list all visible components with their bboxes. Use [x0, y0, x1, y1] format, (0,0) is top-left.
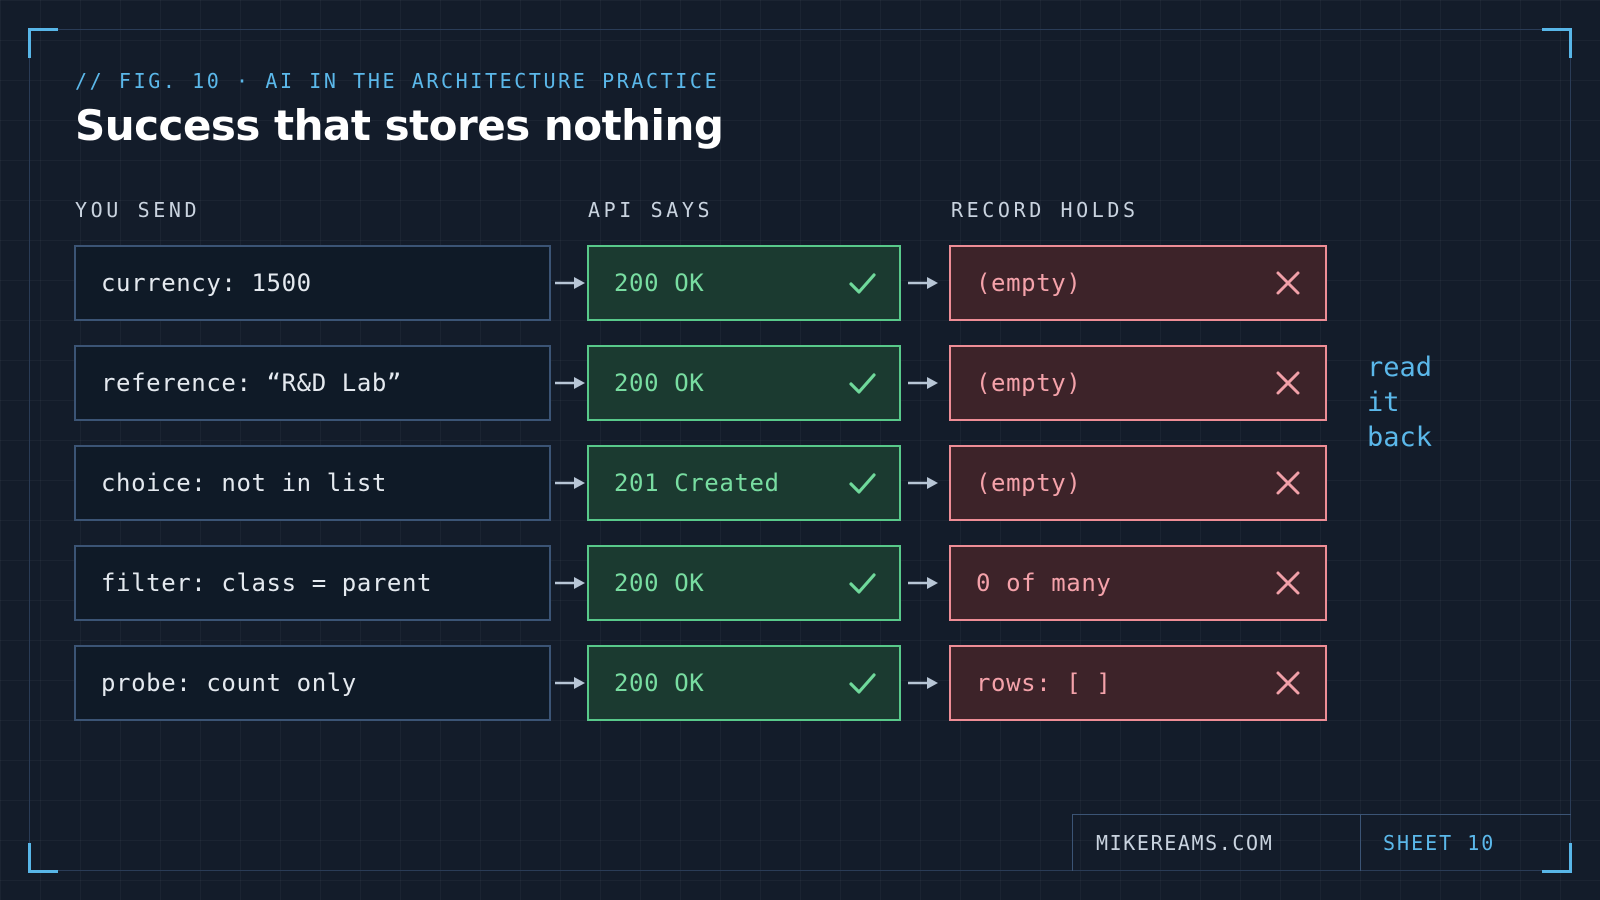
api-status-text: 201 Created — [614, 469, 780, 497]
record-holds-box: (empty) — [949, 345, 1327, 421]
send-value: filter: class = parent — [101, 569, 433, 597]
cross-icon — [1273, 668, 1303, 698]
record-value: 0 of many — [976, 569, 1112, 597]
cross-icon — [1273, 568, 1303, 598]
send-box: probe: count only — [74, 645, 551, 721]
side-note-line: it — [1367, 387, 1400, 418]
api-status-box: 200 OK — [587, 245, 901, 321]
check-icon — [847, 568, 877, 598]
check-icon — [847, 668, 877, 698]
record-value: (empty) — [976, 469, 1082, 497]
api-status-box: 200 OK — [587, 545, 901, 621]
column-header-api: API SAYS — [588, 198, 714, 222]
api-status-box: 200 OK — [587, 345, 901, 421]
record-value: (empty) — [976, 269, 1082, 297]
send-value: currency: 1500 — [101, 269, 312, 297]
send-box: filter: class = parent — [74, 545, 551, 621]
corner-mark-top-right — [1542, 28, 1572, 58]
column-header-record: RECORD HOLDS — [951, 198, 1139, 222]
footer-sheet-number: SHEET 10 — [1383, 831, 1496, 855]
check-icon — [847, 268, 877, 298]
send-value: reference: “R&D Lab” — [101, 369, 402, 397]
send-value: probe: count only — [101, 669, 357, 697]
cross-icon — [1273, 468, 1303, 498]
record-value: rows: [ ] — [976, 669, 1112, 697]
api-status-text: 200 OK — [614, 369, 705, 397]
cross-icon — [1273, 368, 1303, 398]
figure-eyebrow: // FIG. 10 · AI IN THE ARCHITECTURE PRAC… — [75, 69, 720, 93]
footer-site: MIKEREAMS.COM — [1073, 815, 1361, 871]
page-title: Success that stores nothing — [75, 101, 724, 150]
check-icon — [847, 468, 877, 498]
send-box: reference: “R&D Lab” — [74, 345, 551, 421]
record-holds-box: 0 of many — [949, 545, 1327, 621]
record-holds-box: (empty) — [949, 245, 1327, 321]
cross-icon — [1273, 268, 1303, 298]
record-value: (empty) — [976, 369, 1082, 397]
send-box: currency: 1500 — [74, 245, 551, 321]
side-note-read-it-back: read it back — [1367, 350, 1432, 455]
check-icon — [847, 368, 877, 398]
record-holds-box: (empty) — [949, 445, 1327, 521]
api-status-box: 201 Created — [587, 445, 901, 521]
send-value: choice: not in list — [101, 469, 387, 497]
column-header-send: YOU SEND — [75, 198, 201, 222]
api-status-text: 200 OK — [614, 569, 705, 597]
record-holds-box: rows: [ ] — [949, 645, 1327, 721]
send-box: choice: not in list — [74, 445, 551, 521]
corner-mark-top-left — [28, 28, 58, 58]
api-status-box: 200 OK — [587, 645, 901, 721]
api-status-text: 200 OK — [614, 669, 705, 697]
side-note-line: back — [1367, 422, 1433, 453]
corner-mark-bottom-left — [28, 843, 58, 873]
api-status-text: 200 OK — [614, 269, 705, 297]
title-block: MIKEREAMS.COM SHEET 10 — [1072, 814, 1571, 871]
side-note-line: read — [1367, 352, 1433, 383]
